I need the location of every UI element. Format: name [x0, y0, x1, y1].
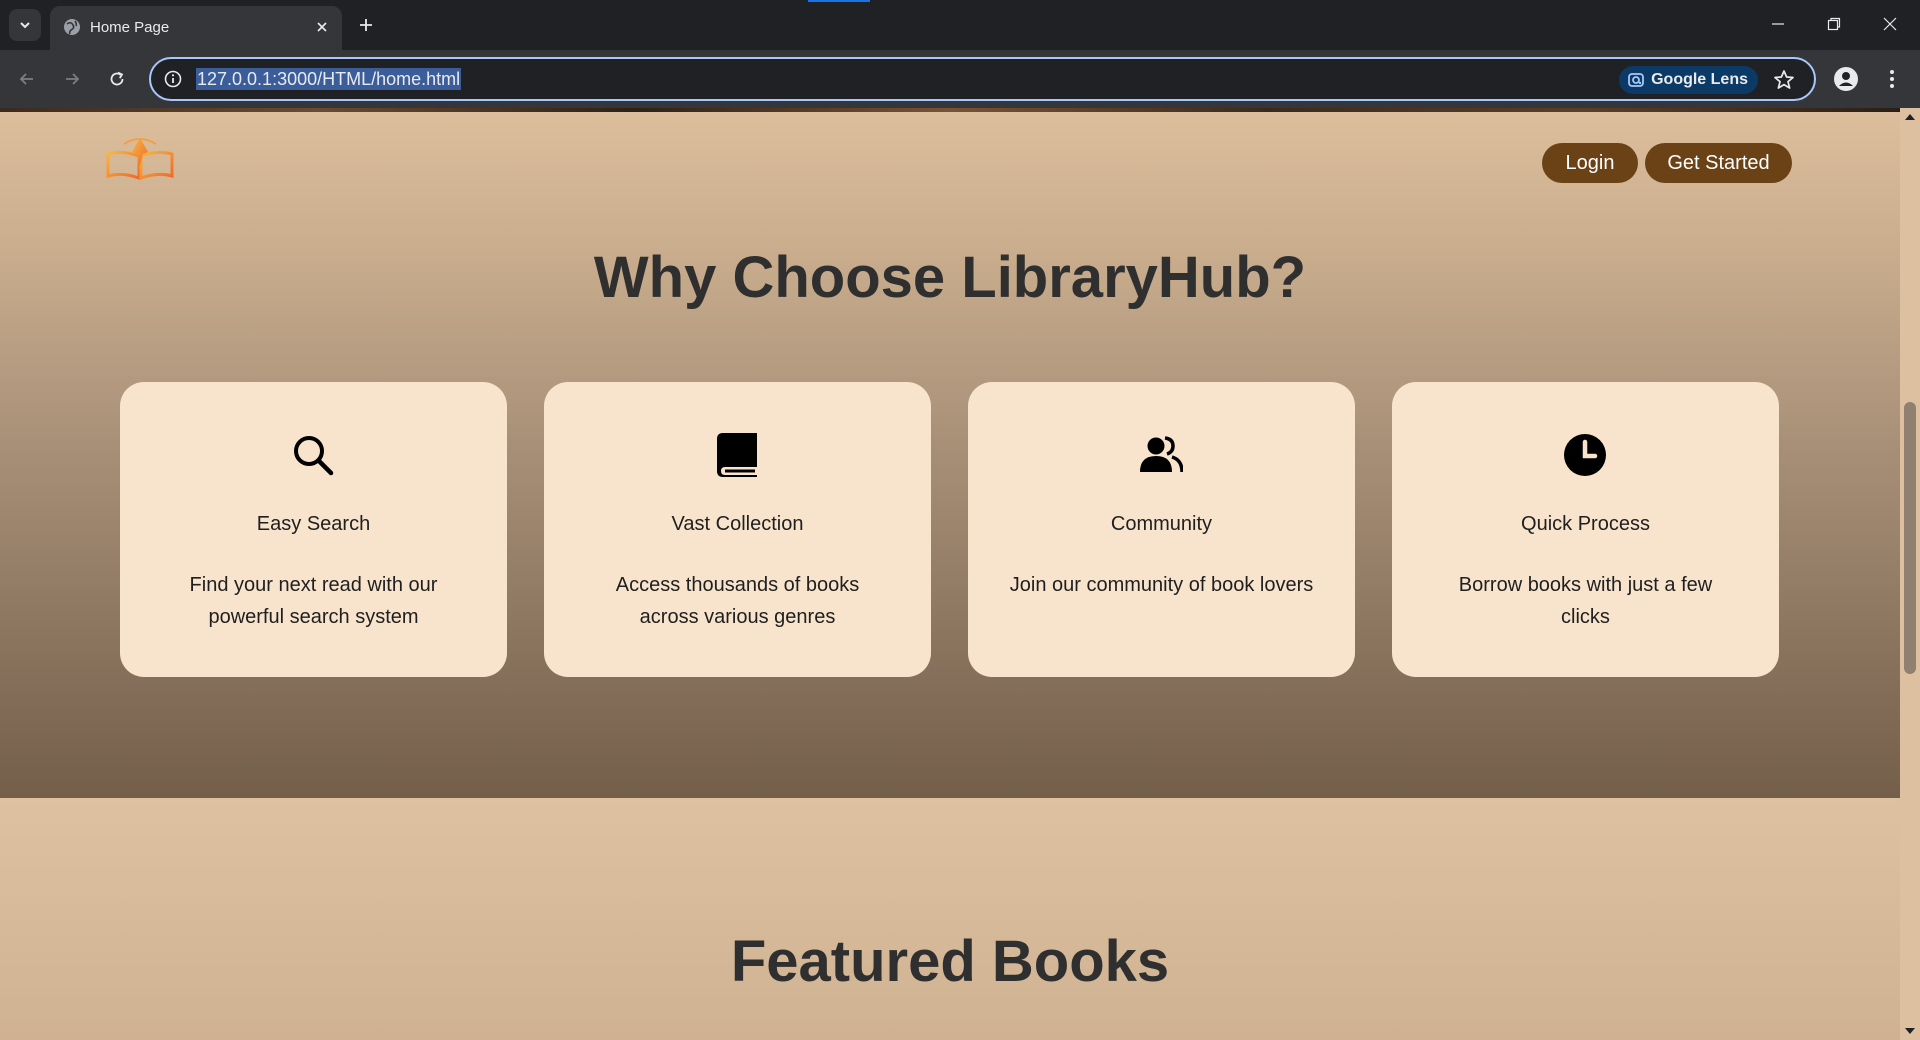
feature-card-community: Community Join our community of book lov… [968, 382, 1355, 677]
scroll-thumb[interactable] [1904, 402, 1916, 674]
close-window-button[interactable] [1862, 0, 1918, 48]
profile-icon [1834, 67, 1858, 91]
scroll-up-arrow[interactable] [1905, 114, 1915, 120]
forward-button[interactable] [56, 63, 88, 95]
google-lens-label: Google Lens [1651, 71, 1748, 88]
plus-icon [360, 19, 372, 31]
url-text[interactable]: 127.0.0.1:3000/HTML/home.html [196, 68, 462, 90]
bookmark-star-icon[interactable] [1772, 68, 1796, 92]
browser-tab-bar: Home Page [0, 0, 1920, 50]
more-vertical-icon [1890, 70, 1894, 88]
feature-title: Community [1110, 513, 1213, 535]
browser-tab[interactable]: Home Page [50, 6, 342, 50]
url-selection: 127.0.0.1:3000/HTML/home.html [196, 68, 462, 90]
feature-card-quick-process: Quick Process Borrow books with just a f… [1392, 382, 1779, 677]
page-viewport: Login Get Started Why Choose LibraryHub?… [0, 108, 1920, 1040]
google-lens-button[interactable]: Google Lens [1619, 66, 1758, 94]
feature-title: Easy Search [256, 513, 371, 535]
arrow-left-icon [19, 73, 33, 85]
tab-search-button[interactable] [9, 9, 41, 41]
minimize-button[interactable] [1750, 0, 1806, 48]
restore-button[interactable] [1806, 0, 1862, 48]
page-scrollbar[interactable] [1900, 108, 1920, 1040]
close-icon [1883, 17, 1897, 31]
book-icon [714, 432, 760, 478]
why-choose-title: Why Choose LibraryHub? [593, 245, 1307, 310]
feature-title: Vast Collection [671, 513, 804, 535]
feature-title: Quick Process [1521, 513, 1650, 535]
arrow-right-icon [66, 73, 80, 85]
info-icon[interactable] [163, 69, 183, 89]
browser-menu-button[interactable] [1876, 63, 1908, 95]
lens-icon [1628, 73, 1644, 87]
tab-title: Home Page [90, 19, 170, 36]
feature-description: Borrow books with just a few clicks [1458, 574, 1713, 628]
scroll-down-arrow[interactable] [1905, 1028, 1915, 1034]
tab-strip-indicator [808, 0, 870, 2]
featured-books-title: Featured Books [730, 929, 1170, 994]
clock-icon [1562, 432, 1608, 478]
why-choose-section: Login Get Started Why Choose LibraryHub?… [0, 112, 1900, 802]
browser-toolbar: 127.0.0.1:3000/HTML/home.html Google Len… [0, 50, 1920, 108]
feature-description: Find your next read with our powerful se… [189, 574, 438, 628]
reload-icon [110, 71, 124, 86]
reload-button[interactable] [101, 63, 133, 95]
feature-description: Join our community of book lovers [1009, 574, 1314, 596]
new-tab-button[interactable] [350, 9, 382, 41]
users-icon [1138, 432, 1184, 478]
feature-description: Access thousands of books across various… [615, 574, 860, 628]
get-started-button[interactable]: Get Started [1645, 143, 1792, 183]
page: Login Get Started Why Choose LibraryHub?… [0, 108, 1900, 1040]
search-icon [290, 432, 336, 478]
featured-books-section: Featured Books [0, 798, 1900, 1040]
address-bar[interactable]: 127.0.0.1:3000/HTML/home.html Google Len… [149, 57, 1816, 101]
chevron-down-icon [20, 22, 30, 29]
globe-icon [64, 19, 80, 35]
profile-button[interactable] [1830, 63, 1862, 95]
tab-close-button[interactable] [310, 15, 334, 39]
feature-card-vast-collection: Vast Collection Access thousands of book… [544, 382, 931, 677]
minimize-icon [1772, 23, 1784, 25]
close-icon [317, 22, 327, 32]
feature-card-easy-search: Easy Search Find your next read with our… [120, 382, 507, 677]
login-button[interactable]: Login [1542, 143, 1638, 183]
libraryhub-logo[interactable] [104, 136, 176, 184]
restore-icon [1827, 17, 1841, 31]
back-button[interactable] [11, 63, 43, 95]
